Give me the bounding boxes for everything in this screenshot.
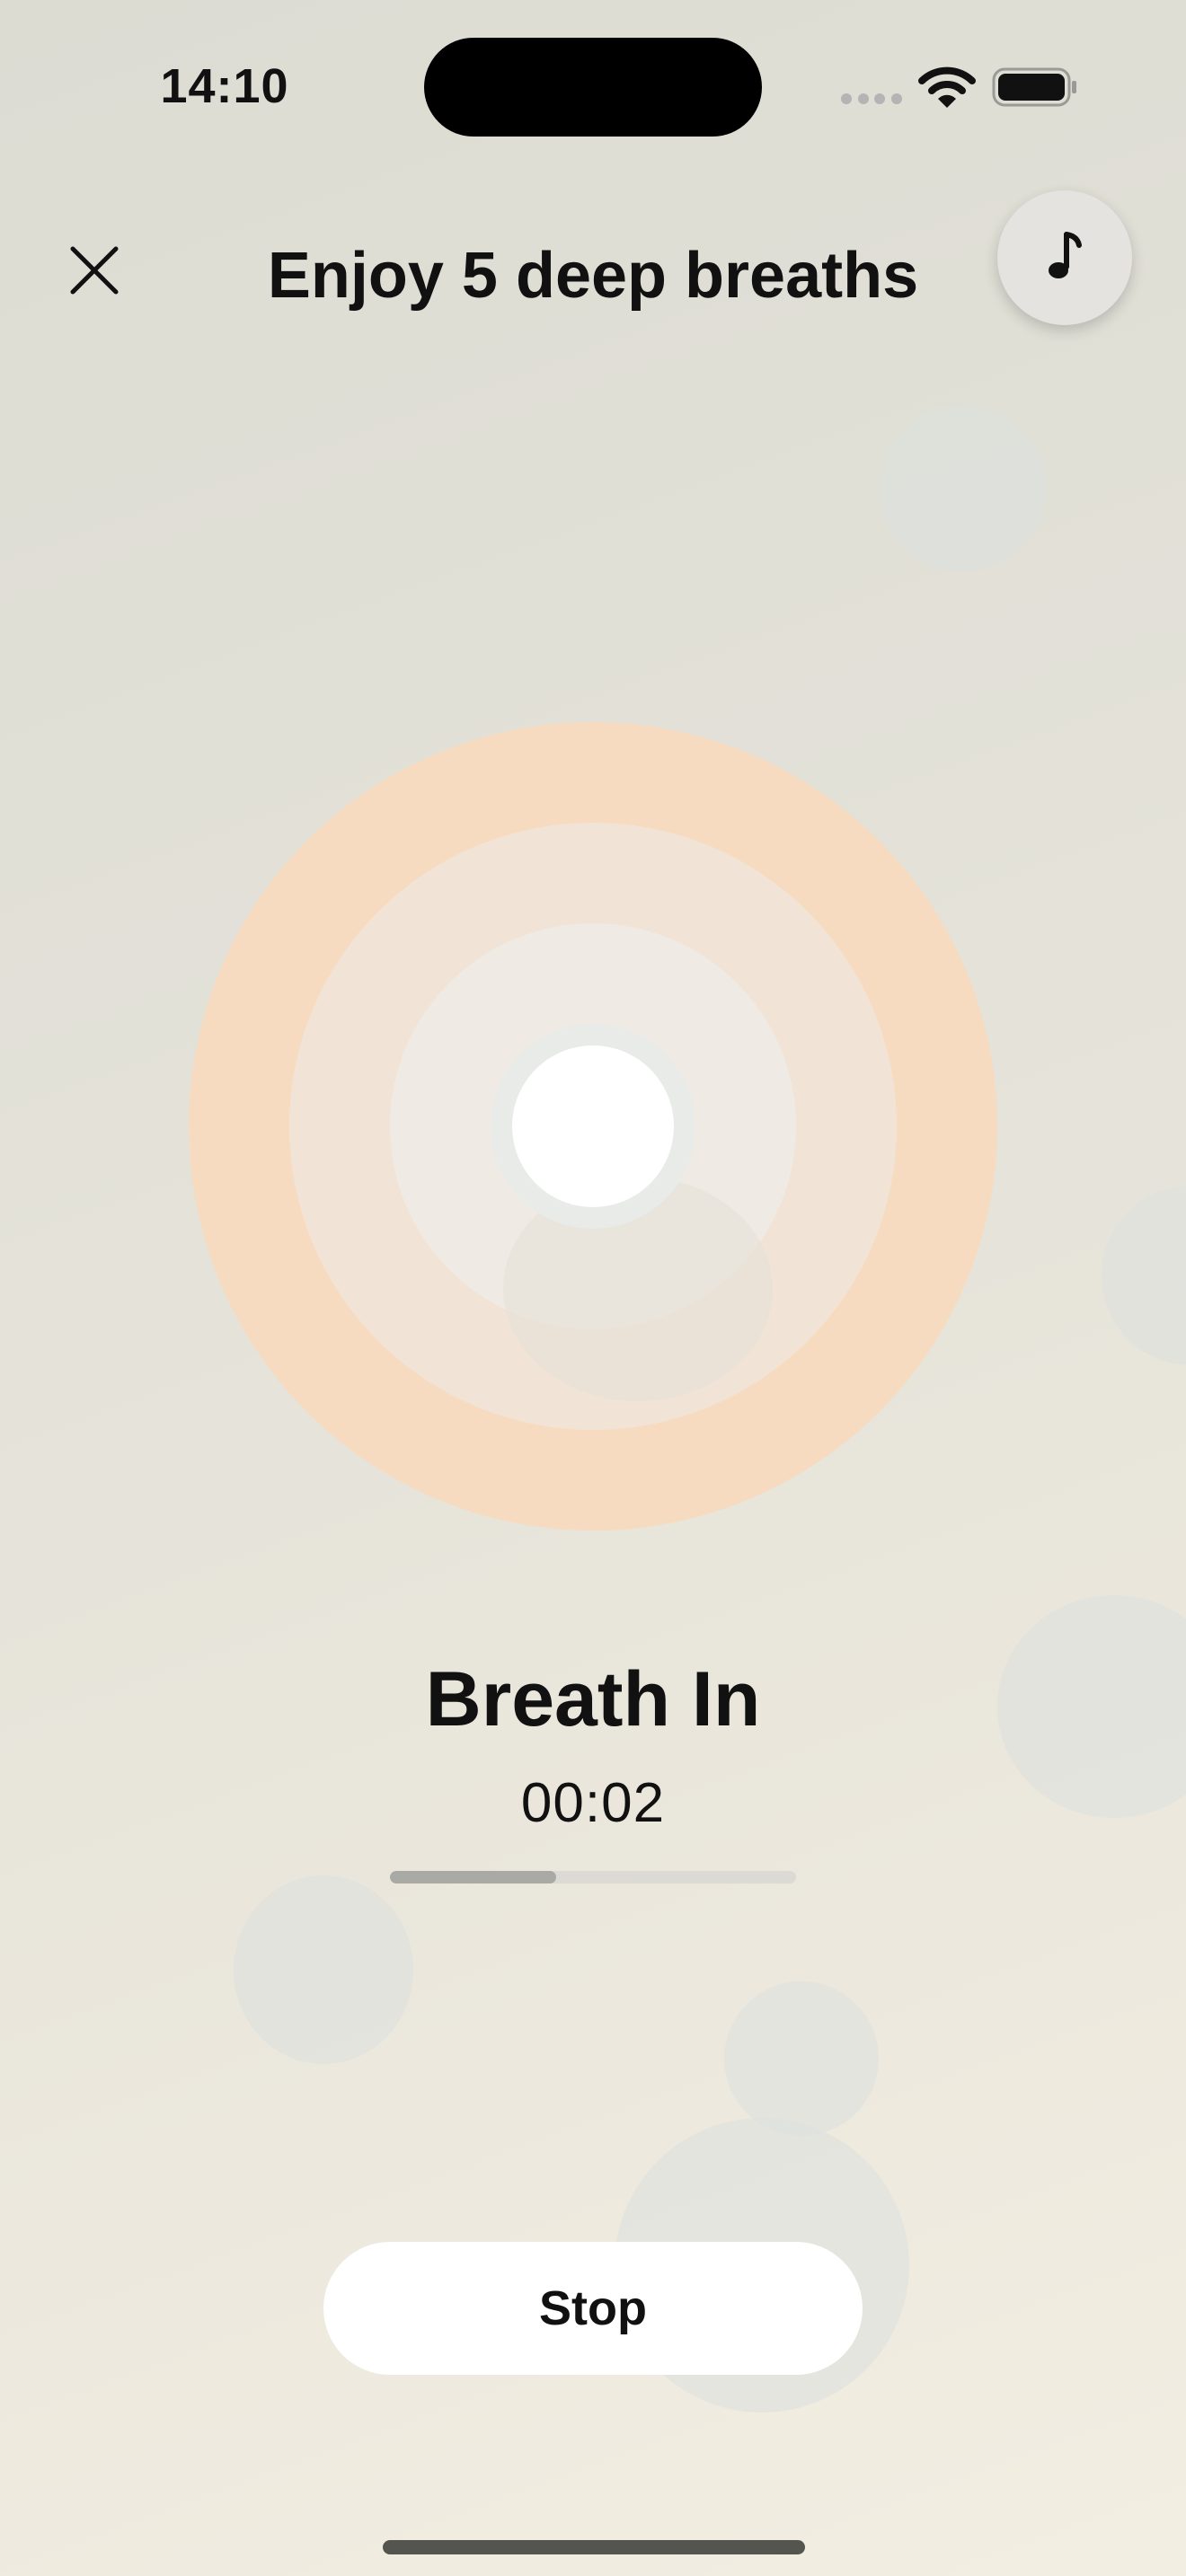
cellular-signal-icon	[841, 93, 902, 106]
home-indicator[interactable]	[383, 2540, 805, 2554]
music-note-icon	[1049, 232, 1082, 278]
background-bubble	[724, 1981, 879, 2136]
breath-timer: 00:02	[520, 1771, 666, 1834]
breath-progress-bar	[390, 1871, 796, 1883]
breath-phase-label: Breath In	[425, 1655, 761, 1742]
close-button[interactable]	[54, 230, 135, 311]
music-button[interactable]	[997, 190, 1132, 325]
breathing-screen: 14:10 Enjoy 5 deep breaths Breath In 00:…	[0, 0, 1186, 2576]
status-time: 14:10	[160, 59, 289, 113]
stop-button[interactable]: Stop	[323, 2242, 863, 2375]
background-bubble	[1102, 1186, 1186, 1365]
wifi-icon	[918, 66, 976, 108]
breath-progress-fill	[390, 1871, 557, 1883]
close-icon	[70, 246, 119, 295]
breathing-core	[512, 1045, 674, 1207]
page-title: Enjoy 5 deep breaths	[267, 240, 919, 312]
battery-icon	[992, 67, 1076, 107]
background-bubble	[879, 404, 1046, 571]
dynamic-island	[424, 38, 762, 137]
background-bubble	[234, 1875, 413, 2064]
background-bubble	[997, 1595, 1186, 1818]
